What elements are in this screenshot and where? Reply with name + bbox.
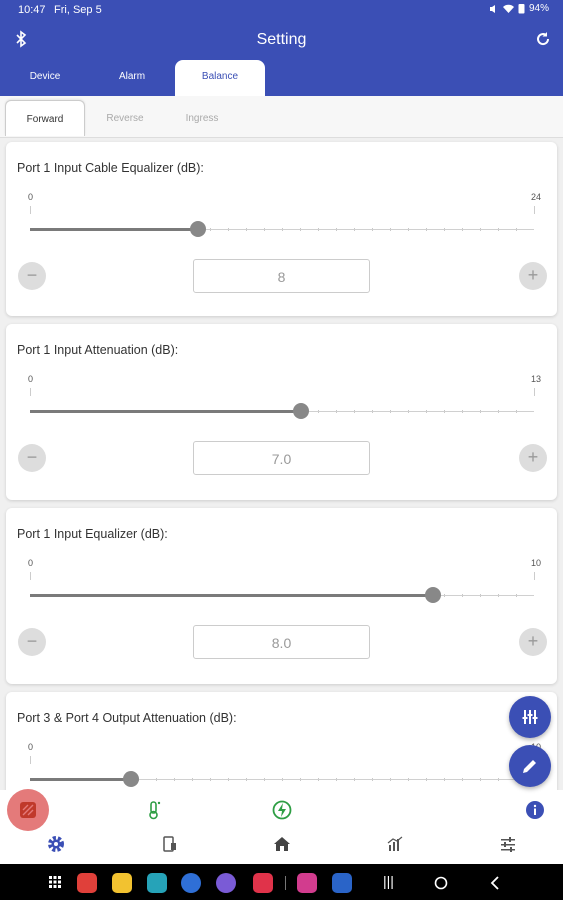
mute-icon (489, 4, 495, 13)
slider-thumb[interactable] (189, 221, 206, 237)
slider-max-label: 24 (530, 192, 541, 202)
slider-min-label: 0 (28, 192, 34, 202)
slider-fill (30, 228, 198, 231)
home-icon[interactable] (272, 834, 292, 854)
bottom-navigation (0, 790, 563, 864)
stop-button[interactable] (7, 789, 49, 831)
setting-title: Port 1 Input Cable Equalizer (dB): (17, 161, 204, 175)
tab-forward[interactable]: Forward (5, 100, 85, 136)
tab-alarm[interactable]: Alarm (87, 60, 177, 96)
video-app-icon[interactable] (253, 873, 273, 893)
slider-min-tick (30, 756, 31, 764)
folder-app-icon[interactable] (112, 873, 132, 893)
edit-fab-button[interactable] (509, 745, 551, 787)
slider-min-tick (30, 572, 31, 580)
flower-app-icon[interactable] (297, 873, 317, 893)
tab-balance[interactable]: Balance (175, 60, 265, 96)
home-button-icon[interactable] (434, 876, 448, 890)
setting-title: Port 1 Input Attenuation (dB): (17, 343, 179, 357)
back-icon[interactable] (489, 876, 501, 890)
refresh-icon[interactable] (535, 31, 551, 47)
page-title: Setting (256, 31, 307, 48)
slider-fill (30, 778, 131, 781)
slider-min-label: 0 (28, 374, 34, 384)
slider-thumb[interactable] (293, 403, 310, 419)
slider-min-tick (30, 388, 31, 396)
setting-card: Port 1 Input Equalizer (dB): 0 10 − 8.0 … (6, 508, 557, 684)
status-date: Fri, Sep 5 (54, 4, 102, 16)
r-app-icon[interactable] (332, 873, 352, 893)
settings-gear-icon[interactable] (46, 834, 66, 854)
slider-thumb[interactable] (122, 771, 139, 787)
slider-max-label: 10 (530, 558, 541, 568)
slider-thumb[interactable] (425, 587, 442, 603)
chart-icon[interactable] (385, 834, 405, 854)
sub-tabs: Forward Reverse Ingress (0, 96, 563, 138)
decrement-button[interactable]: − (18, 262, 46, 290)
app-header: 10:47 Fri, Sep 5 94% Setting Device Alar… (0, 0, 563, 96)
adjust-fab-button[interactable] (509, 696, 551, 738)
status-time: 10:47 (18, 4, 46, 16)
recent-apps-icon[interactable]: ||| (383, 873, 394, 889)
main-tabs: Device Alarm Balance (0, 60, 563, 96)
tab-ingress[interactable]: Ingress (162, 100, 242, 136)
setting-card: Port 3 & Port 4 Output Attenuation (dB):… (6, 692, 557, 790)
tab-reverse[interactable]: Reverse (85, 100, 165, 136)
battery-icon (518, 4, 525, 14)
status-icons: 94% (489, 3, 549, 14)
slider-min-label: 0 (28, 558, 34, 568)
store-app-icon[interactable] (147, 873, 167, 893)
equalizer-icon (522, 710, 538, 724)
status-bar: 10:47 Fri, Sep 5 94% (0, 0, 563, 20)
tab-device[interactable]: Device (0, 60, 90, 96)
balance-settings-list[interactable]: Port 1 Input Cable Equalizer (dB): 0 24 … (0, 138, 563, 790)
setting-title: Port 3 & Port 4 Output Attenuation (dB): (17, 711, 237, 725)
slider-max-tick (534, 388, 535, 396)
value-field[interactable]: 8.0 (193, 625, 370, 659)
thermometer-icon[interactable] (144, 800, 164, 820)
messages-app-icon[interactable] (181, 873, 201, 893)
decrement-button[interactable]: − (18, 444, 46, 472)
lightning-icon[interactable] (272, 800, 292, 820)
slider-fill (30, 410, 302, 413)
slider-fill (30, 594, 434, 597)
device-icon[interactable] (160, 834, 180, 854)
wifi-icon (502, 4, 514, 13)
pencil-icon (523, 760, 536, 773)
decrement-button[interactable]: − (18, 628, 46, 656)
setting-card: Port 1 Input Attenuation (dB): 0 13 − 7.… (6, 324, 557, 500)
browser-app-icon[interactable] (216, 873, 236, 893)
value-field[interactable]: 8 (193, 259, 370, 293)
increment-button[interactable]: + (519, 628, 547, 656)
slider-max-tick (534, 572, 535, 580)
info-icon[interactable] (525, 800, 545, 820)
setting-card: Port 1 Input Cable Equalizer (dB): 0 24 … (6, 142, 557, 316)
slider-min-tick (30, 206, 31, 214)
slider-min-label: 0 (28, 742, 34, 752)
slider-max-label: 13 (530, 374, 541, 384)
increment-button[interactable]: + (519, 262, 547, 290)
increment-button[interactable]: + (519, 444, 547, 472)
app-grid-icon[interactable] (49, 876, 61, 888)
dock-divider (285, 876, 286, 890)
slider-max-tick (534, 206, 535, 214)
setting-title: Port 1 Input Equalizer (dB): (17, 527, 168, 541)
system-navigation-bar: ||| (0, 864, 563, 900)
battery-level: 94% (528, 3, 549, 14)
value-field[interactable]: 7.0 (193, 441, 370, 475)
sliders-icon[interactable] (498, 834, 518, 854)
flag-app-icon[interactable] (77, 873, 97, 893)
stop-icon (20, 802, 36, 818)
